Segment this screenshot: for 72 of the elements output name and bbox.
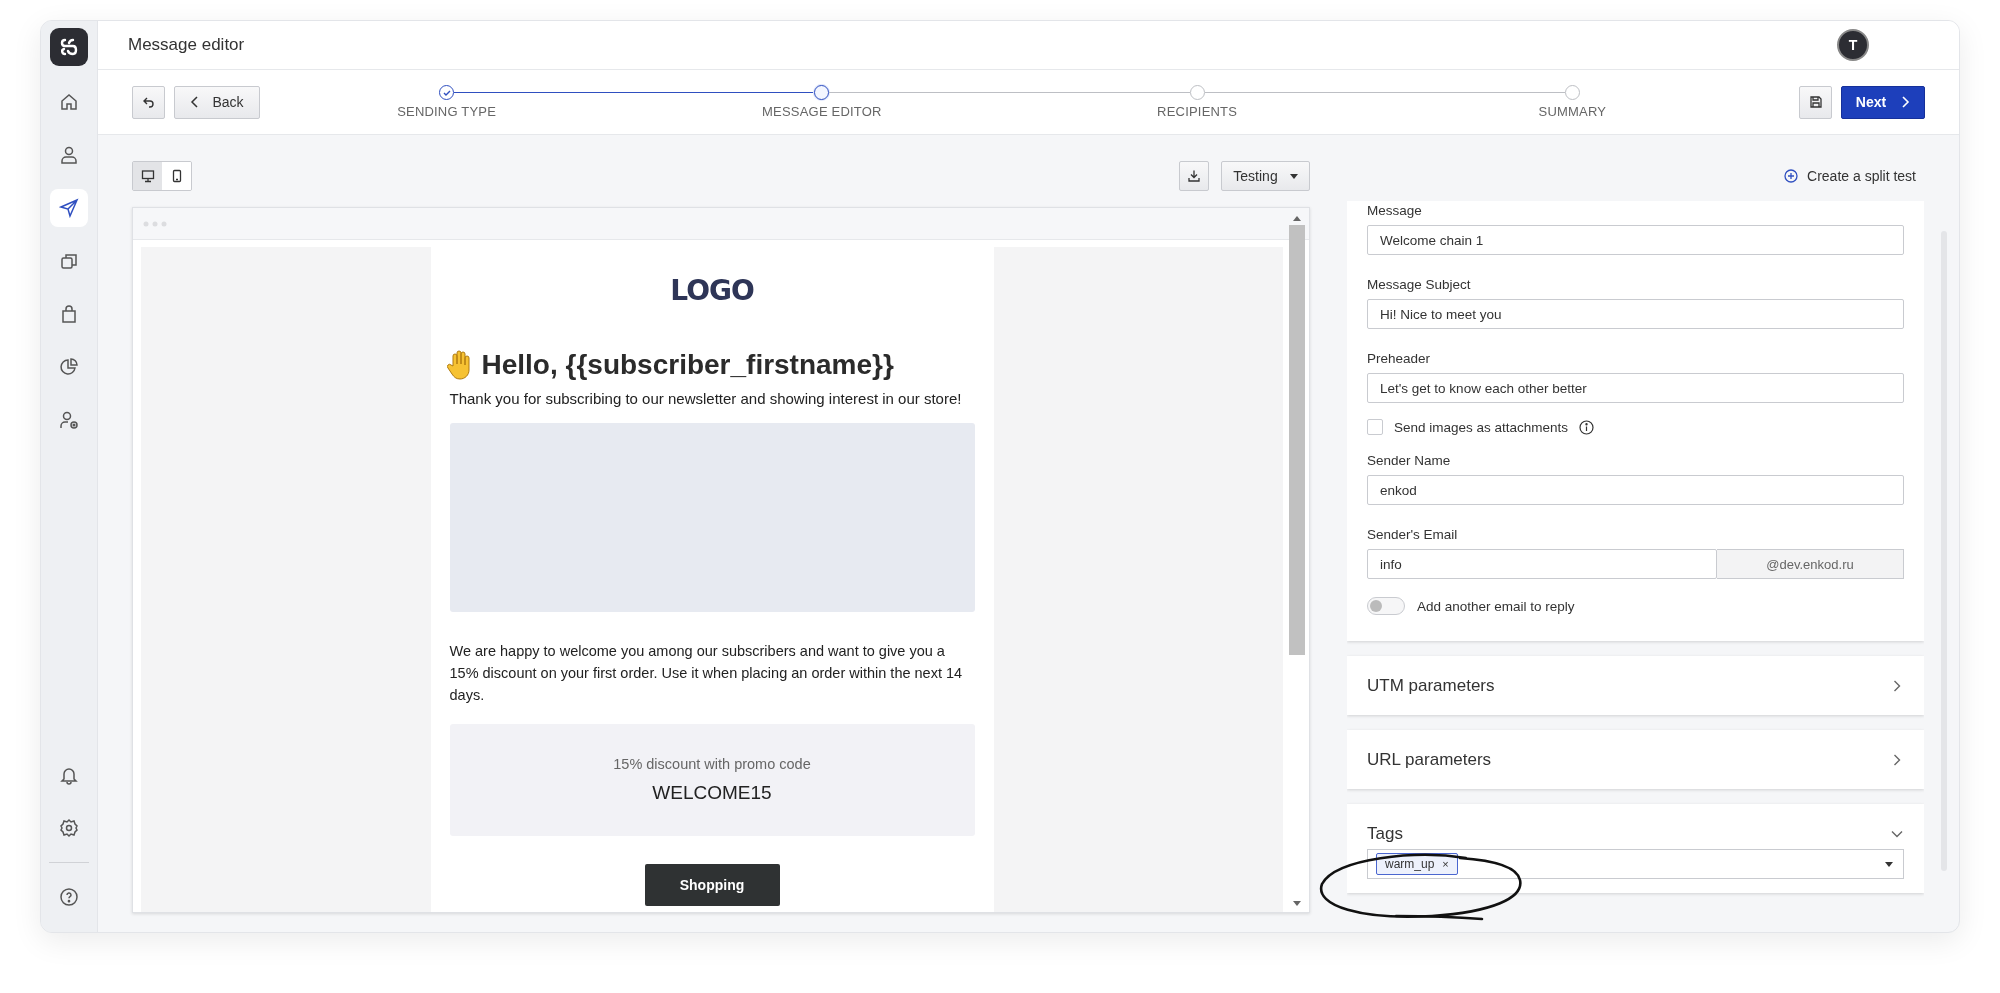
bell-icon: [59, 765, 79, 785]
save-button[interactable]: [1799, 85, 1832, 119]
shopping-button[interactable]: Shopping: [644, 864, 780, 906]
copy-icon: [59, 251, 79, 271]
user-avatar[interactable]: T: [1837, 29, 1869, 61]
step-label[interactable]: SUMMARY: [1538, 104, 1607, 119]
dots-icon: [143, 220, 167, 227]
collapsible-section[interactable]: Tags warm_up ×: [1347, 804, 1924, 893]
remove-tag-icon[interactable]: ×: [1442, 858, 1449, 870]
nav-item[interactable]: [50, 189, 88, 227]
download-button[interactable]: [1179, 161, 1209, 191]
next-button[interactable]: Next: [1841, 85, 1925, 119]
toggle-label: Add another email to reply: [1417, 598, 1575, 614]
undo-button[interactable]: [132, 85, 165, 119]
checkbox[interactable]: [1367, 419, 1383, 435]
section-title: UTM parameters: [1367, 675, 1495, 696]
undo-icon: [141, 95, 156, 109]
send-icon: [59, 198, 79, 218]
field-label: Sender Name: [1367, 453, 1452, 468]
text-field[interactable]: enkod: [1367, 475, 1904, 505]
collapsible-section[interactable]: URL parameters: [1347, 730, 1924, 789]
field-label: Sender's Email: [1367, 527, 1459, 542]
desktop-icon: [140, 169, 155, 183]
raised-hand-icon: [446, 350, 473, 380]
pie-chart-icon: [59, 357, 79, 377]
view-mode-button[interactable]: [162, 162, 191, 190]
text-field[interactable]: Hi! Nice to meet you: [1367, 299, 1904, 329]
testing-dropdown[interactable]: Testing: [1221, 161, 1310, 191]
text-field[interactable]: Let's get to know each other better: [1367, 373, 1904, 403]
back-button[interactable]: Back: [174, 85, 260, 119]
email-domain: @dev.enkod.ru: [1717, 549, 1904, 579]
tags-field[interactable]: warm_up ×: [1367, 849, 1904, 879]
user-gear-icon: [59, 410, 79, 430]
chevron-left-icon: [190, 95, 201, 109]
download-icon: [1187, 169, 1201, 183]
field-label: Message: [1367, 203, 1423, 218]
settings-icon: [59, 818, 79, 838]
info-icon[interactable]: [1579, 419, 1595, 435]
save-icon: [1808, 95, 1823, 109]
add-icon: [1784, 169, 1799, 183]
caret-icon: [1885, 861, 1893, 867]
email-paragraph: We are happy to welcome you among our subscribers and want to give you a 15% discount on your first order. Use it when placing an order within the next 14 days.: [449, 642, 964, 705]
chevron-right-icon: [1900, 95, 1911, 109]
email-heading: Hello, {{subscriber_firstname}}: [481, 349, 894, 381]
scroll-up-icon[interactable]: [1293, 216, 1301, 221]
bag-icon: [59, 304, 79, 324]
text-field[interactable]: Welcome chain 1: [1367, 225, 1904, 255]
view-mode-button[interactable]: [133, 162, 162, 190]
promo-caption: 15% discount with promo code: [613, 756, 811, 772]
step-label[interactable]: MESSAGE EDITOR: [762, 104, 882, 119]
home-icon: [59, 92, 79, 112]
section-title: Tags: [1367, 823, 1403, 844]
scroll-down-icon[interactable]: [1293, 901, 1301, 906]
user-icon: [59, 145, 79, 165]
step-label[interactable]: RECIPIENTS: [1157, 104, 1238, 119]
email-logo: LOGO: [669, 274, 755, 307]
help-icon: [59, 887, 79, 907]
field-label: Message Subject: [1367, 277, 1472, 292]
field-label: Preheader: [1367, 351, 1432, 366]
app-logo[interactable]: [50, 28, 88, 66]
tag-label: warm_up: [1385, 857, 1435, 871]
email-paragraph: Thank you for subscribing to our newsletter and showing interest in our store!: [449, 389, 963, 409]
page-title: Message editor: [128, 35, 246, 55]
email-field[interactable]: info: [1367, 549, 1717, 579]
section-title: URL parameters: [1367, 749, 1492, 770]
split-test-link[interactable]: Create a split test: [1784, 168, 1916, 184]
step-label[interactable]: SENDING TYPE: [397, 104, 497, 119]
caret-icon: [1289, 173, 1298, 179]
collapsible-section[interactable]: UTM parameters: [1347, 656, 1924, 715]
toggle-switch[interactable]: [1367, 597, 1405, 615]
promo-code: WELCOME15: [652, 782, 772, 804]
checkbox-label: Send images as attachments: [1394, 419, 1569, 435]
